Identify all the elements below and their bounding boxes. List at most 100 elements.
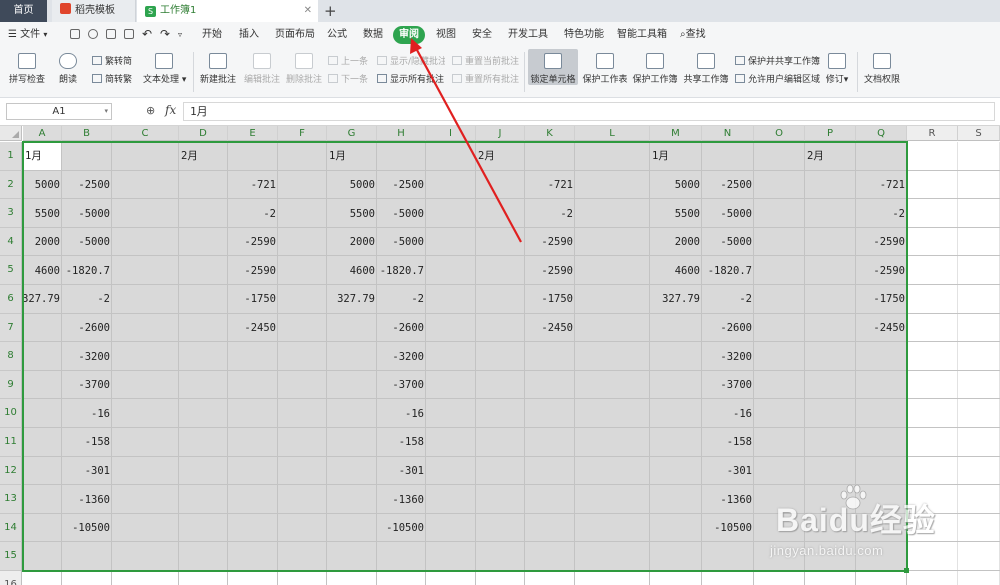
row-header-16[interactable]: 16 bbox=[0, 571, 22, 585]
tab-template[interactable]: 稻壳模板 bbox=[52, 0, 136, 22]
print-icon[interactable] bbox=[106, 29, 116, 39]
watermark-url: jingyan.baidu.com bbox=[770, 543, 884, 558]
row-header-11[interactable]: 11 bbox=[0, 428, 22, 457]
row-header-12[interactable]: 12 bbox=[0, 456, 22, 486]
select-all-corner[interactable] bbox=[0, 126, 22, 141]
menu-view[interactable]: 视图 bbox=[436, 26, 456, 44]
redo-icon[interactable]: ↷ bbox=[160, 25, 170, 43]
zoom-icon[interactable]: ⊕ bbox=[146, 104, 155, 117]
reset-all-comments-label: 重置所有批注 bbox=[465, 75, 520, 85]
delete-comment-button[interactable]: 删除批注 bbox=[284, 53, 324, 85]
column-header-i[interactable]: I bbox=[426, 126, 476, 141]
column-header-f[interactable]: F bbox=[278, 126, 327, 141]
column-header-h[interactable]: H bbox=[377, 126, 426, 141]
column-header-b[interactable]: B bbox=[62, 126, 112, 141]
show-hide-comment-icon bbox=[377, 56, 387, 65]
lock-cell-button[interactable]: 锁定单元格 bbox=[530, 53, 576, 85]
function-icon[interactable]: fx bbox=[165, 103, 176, 117]
menu-security[interactable]: 安全 bbox=[472, 26, 492, 44]
protect-share-button[interactable]: 保护并共享工作簿 bbox=[735, 54, 820, 67]
row-header-10[interactable]: 10 bbox=[0, 399, 22, 428]
prev-comment-button[interactable]: 上一条 bbox=[328, 54, 368, 67]
menu-review[interactable]: 审阅 bbox=[393, 26, 425, 44]
column-header-e[interactable]: E bbox=[228, 126, 278, 141]
column-header-p[interactable]: P bbox=[805, 126, 856, 141]
format-painter-icon[interactable] bbox=[88, 29, 98, 39]
doc-permissions-button[interactable]: 文档权限 bbox=[862, 53, 902, 85]
row-header-9[interactable]: 9 bbox=[0, 370, 22, 400]
text-processing-button[interactable]: 文本处理 ▾ bbox=[143, 53, 186, 85]
delete-comment-icon bbox=[295, 53, 313, 69]
customize-toolbar-icon[interactable]: ▿ bbox=[178, 26, 182, 44]
column-header-l[interactable]: L bbox=[575, 126, 650, 141]
track-changes-icon bbox=[828, 53, 846, 69]
ribbon-separator bbox=[193, 52, 194, 92]
close-icon[interactable]: ✕ bbox=[304, 0, 312, 22]
menu-data[interactable]: 数据 bbox=[363, 26, 383, 44]
column-header-d[interactable]: D bbox=[179, 126, 228, 141]
text-processing-icon bbox=[155, 53, 173, 69]
column-header-m[interactable]: M bbox=[650, 126, 702, 141]
save-icon[interactable] bbox=[70, 29, 80, 39]
row-header-15[interactable]: 15 bbox=[0, 542, 22, 571]
formula-input[interactable]: 1月 bbox=[183, 102, 995, 121]
text-processing-label: 文本处理 bbox=[143, 75, 180, 85]
lock-icon bbox=[735, 56, 745, 65]
menu-developer[interactable]: 开发工具 bbox=[508, 26, 548, 44]
tab-home[interactable]: 首页 bbox=[0, 0, 47, 22]
column-header-o[interactable]: O bbox=[754, 126, 805, 141]
read-aloud-button[interactable]: 朗读 bbox=[55, 53, 81, 85]
new-tab-icon[interactable]: + bbox=[324, 2, 337, 20]
menu-special[interactable]: 特色功能 bbox=[564, 26, 604, 44]
share-workbook-button[interactable]: 共享工作簿 bbox=[683, 53, 729, 85]
row-header-14[interactable]: 14 bbox=[0, 513, 22, 543]
column-header-r[interactable]: R bbox=[907, 126, 958, 141]
file-menu[interactable]: ☰ 文件 ▾ bbox=[8, 26, 47, 44]
next-comment-button[interactable]: 下一条 bbox=[328, 72, 368, 85]
menu-start[interactable]: 开始 bbox=[202, 26, 222, 44]
column-header-c[interactable]: C bbox=[112, 126, 179, 141]
reset-all-comments-button[interactable]: 重置所有批注 bbox=[452, 72, 519, 85]
lock-cell-label: 锁定单元格 bbox=[530, 75, 576, 85]
track-changes-button[interactable]: 修订▾ bbox=[823, 53, 851, 85]
column-header-j[interactable]: J bbox=[476, 126, 525, 141]
menu-smart-tools[interactable]: 智能工具箱 bbox=[617, 26, 667, 44]
trad-to-simp-button[interactable]: 繁转简 bbox=[92, 54, 132, 67]
chevron-down-icon: ▾ bbox=[843, 75, 849, 85]
undo-icon[interactable]: ↶ bbox=[142, 25, 152, 43]
column-header-k[interactable]: K bbox=[525, 126, 575, 141]
show-all-comments-button[interactable]: 显示所有批注 bbox=[377, 72, 444, 85]
protect-sheet-button[interactable]: 保护工作表 bbox=[582, 53, 628, 85]
reset-current-comment-label: 重置当前批注 bbox=[465, 57, 520, 67]
menu-formula[interactable]: 公式 bbox=[327, 26, 347, 44]
column-header-s[interactable]: S bbox=[958, 126, 1000, 141]
show-hide-comment-button[interactable]: 显示/隐藏批注 bbox=[377, 54, 445, 67]
column-header-q[interactable]: Q bbox=[856, 126, 907, 141]
menu-page-layout[interactable]: 页面布局 bbox=[275, 26, 315, 44]
allow-edit-ranges-button[interactable]: 允许用户编辑区域 bbox=[735, 72, 820, 85]
spell-check-button[interactable]: 拼写检查 bbox=[8, 53, 46, 85]
chevron-down-icon[interactable]: ▾ bbox=[104, 104, 108, 119]
row-header-8[interactable]: 8 bbox=[0, 342, 22, 371]
menu-insert[interactable]: 插入 bbox=[239, 26, 259, 44]
row-header-13[interactable]: 13 bbox=[0, 485, 22, 514]
protect-workbook-button[interactable]: 保护工作簿 bbox=[632, 53, 678, 85]
column-header-a[interactable]: A bbox=[23, 126, 62, 141]
simp-to-trad-button[interactable]: 简转繁 bbox=[92, 72, 132, 85]
prev-comment-label: 上一条 bbox=[341, 57, 369, 67]
column-header-n[interactable]: N bbox=[702, 126, 754, 141]
row-header-7[interactable]: 7 bbox=[0, 313, 22, 343]
edit-comment-button[interactable]: 编辑批注 bbox=[242, 53, 282, 85]
new-comment-button[interactable]: 新建批注 bbox=[198, 53, 238, 85]
hamburger-icon: ☰ bbox=[8, 29, 17, 40]
tab-workbook[interactable]: S 工作簿1 ✕ bbox=[137, 0, 318, 22]
name-box[interactable]: A1 ▾ bbox=[6, 103, 112, 120]
reset-current-comment-button[interactable]: 重置当前批注 bbox=[452, 54, 519, 67]
edit-comment-icon bbox=[253, 53, 271, 69]
column-header-g[interactable]: G bbox=[327, 126, 377, 141]
doc-permissions-label: 文档权限 bbox=[863, 75, 900, 85]
search-button[interactable]: ⌕查找 bbox=[680, 26, 706, 44]
row-header-1[interactable]: 1 bbox=[0, 142, 22, 171]
print-preview-icon[interactable] bbox=[124, 29, 134, 39]
trad-to-simp-label: 繁转简 bbox=[105, 57, 133, 67]
